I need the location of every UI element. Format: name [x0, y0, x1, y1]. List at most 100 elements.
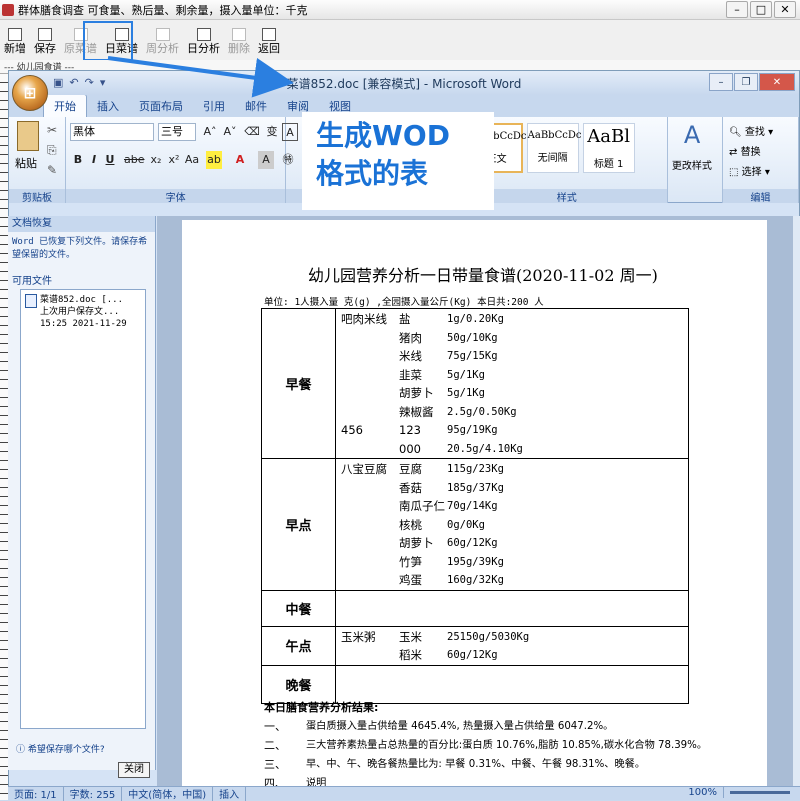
table-row: 午点 玉米粥 玉米 25150g/5030Kg 稻米 60g/12Kg [261, 625, 689, 666]
change-styles-button[interactable]: 更改样式 [672, 157, 712, 172]
paste-icon[interactable] [17, 121, 39, 151]
change-case-icon[interactable]: Aa [184, 151, 200, 169]
dish-name [341, 534, 399, 553]
select-button[interactable]: ⬚ 选择 ▾ [729, 163, 770, 178]
word-restore-icon[interactable]: ❐ [734, 73, 758, 91]
find-button[interactable]: 🔍︎ 查找 ▾ [729, 123, 773, 138]
dish-name [341, 646, 399, 665]
font-size-box[interactable]: 三号 [158, 123, 196, 141]
recovery-close-button[interactable]: 关闭 [118, 762, 150, 778]
font-color-icon[interactable]: A [232, 151, 248, 169]
document-page[interactable]: 幼儿园营养分析一日带量食谱(2020-11-02 周一) 单位: 1人摄入量 克… [182, 220, 767, 786]
clipboard-group: 粘贴 ✂ ⎘ ✎ 剪贴板 [9, 117, 66, 204]
toolbar-button[interactable]: 周分析 [146, 28, 179, 55]
toolbar-button[interactable]: 日分析 [187, 28, 220, 55]
qat-save-icon[interactable]: ▣ [53, 76, 63, 89]
status-words[interactable]: 字数: 255 [70, 786, 123, 801]
close-icon[interactable]: ✕ [774, 1, 796, 18]
ingredient-amount: 5g/1Kg [447, 368, 485, 381]
ribbon-tab[interactable]: 页面布局 [129, 95, 193, 117]
style-item[interactable]: AaBl 标题 1 [582, 123, 635, 173]
ribbon-tab[interactable]: 插入 [87, 95, 129, 117]
highlight-box [83, 21, 133, 61]
ribbon-tab[interactable]: 引用 [193, 95, 235, 117]
bold-icon[interactable]: B [70, 151, 86, 169]
grow-font-icon[interactable]: A˄ [202, 123, 218, 141]
ingredient-row: 南瓜子仁 70g/14Kg [341, 497, 688, 516]
status-mode[interactable]: 插入 [219, 786, 247, 801]
meal-name: 早餐 [261, 308, 336, 459]
word-window-controls: – ❐ ✕ [708, 73, 795, 91]
underline-icon[interactable]: U [102, 151, 118, 169]
styles-group-label: 样式 [466, 189, 667, 204]
ingredient-amount: 0g/0Kg [447, 518, 485, 531]
phonetic-icon[interactable]: 变 [264, 123, 280, 141]
zoom-slider[interactable] [730, 791, 790, 794]
which-file-label: 希望保存哪个文件? [27, 745, 105, 755]
clear-format-icon[interactable]: ⌫ [244, 123, 260, 141]
highlight-icon[interactable]: ab [206, 151, 222, 169]
background-edge [0, 74, 8, 800]
minimize-icon[interactable]: – [726, 1, 748, 18]
toolbar-button[interactable]: 删除 [228, 28, 250, 55]
ribbon-tab[interactable]: 开始 [43, 94, 87, 117]
word-minimize-icon[interactable]: – [709, 73, 733, 91]
qat-undo-icon[interactable]: ↶ [69, 76, 78, 89]
status-language[interactable]: 中文(简体，中国) [128, 786, 214, 801]
maximize-icon[interactable]: □ [750, 1, 772, 18]
style-item[interactable]: AaBbCcDc 无间隔 [526, 123, 582, 173]
which-file-link[interactable]: ⓘ 希望保存哪个文件? [16, 742, 105, 755]
ingredient-row: 456 123 95g/19Kg [341, 421, 688, 440]
select-label: 选择 [741, 167, 762, 178]
ingredient-amount: 50g/10Kg [447, 331, 498, 344]
summary-item-number: 三、 [264, 758, 286, 771]
annotation-line-1: 生成WOD [316, 119, 450, 152]
zoom-level[interactable]: 100% [688, 787, 724, 798]
replace-button[interactable]: ⇄ 替换 [729, 143, 761, 158]
italic-icon[interactable]: I [86, 151, 102, 169]
shrink-font-icon[interactable]: A˅ [222, 123, 238, 141]
ingredient-name: 辣椒酱 [399, 404, 434, 419]
ingredient-name: 米线 [399, 349, 422, 363]
ingredient-row: 八宝豆腐 豆腐 115g/23Kg [341, 460, 688, 479]
vertical-scrollbar[interactable] [792, 216, 800, 786]
toolbar-button-label: 返回 [258, 42, 280, 55]
ingredient-name: 核桃 [399, 517, 422, 532]
ribbon-tab[interactable]: 邮件 [235, 95, 277, 117]
table-row: 早点 八宝豆腐 豆腐 115g/23Kg 香菇 185g/37Kg 南瓜子仁 70g/14Kg… [261, 458, 689, 591]
recovered-file-item[interactable]: 菜谱852.doc [... 上次用户保存文... 15:25 2021-11-… [40, 294, 127, 726]
meal-items: 八宝豆腐 豆腐 115g/23Kg 香菇 185g/37Kg 南瓜子仁 70g/14Kg 核桃… [335, 458, 689, 591]
format-painter-icon[interactable]: ✎ [47, 163, 57, 177]
copy-icon[interactable]: ⎘ [47, 143, 57, 158]
recovered-file-time: 15:25 2021-11-29 [40, 319, 127, 329]
office-button[interactable]: ⊞ [12, 75, 48, 111]
editing-group-label: 编辑 [723, 189, 798, 204]
qat-customize-icon[interactable]: ▾ [100, 76, 106, 89]
font-name-box[interactable]: 黑体 [70, 123, 154, 141]
find-icon: 🔍︎ [729, 127, 742, 138]
ingredient-name: 稻米 [399, 648, 422, 662]
ingredient-amount: 195g/39Kg [447, 555, 504, 568]
ingredient-row: 鸡蛋 160g/32Kg [341, 571, 688, 590]
change-styles-icon[interactable]: A [684, 121, 700, 149]
paste-button[interactable]: 粘贴 [15, 155, 37, 171]
superscript-icon[interactable]: x² [166, 151, 182, 169]
toolbar-button[interactable]: 返回 [258, 28, 280, 55]
ingredient-row: 玉米粥 玉米 25150g/5030Kg [341, 628, 688, 647]
style-preview: AaBbCcDc [527, 130, 582, 141]
toolbar-button[interactable]: 新增 [4, 28, 26, 55]
status-page[interactable]: 页面: 1/1 [14, 786, 64, 801]
cut-icon[interactable]: ✂ [47, 123, 57, 137]
subscript-icon[interactable]: x₂ [148, 151, 164, 169]
ingredient-name: 胡萝卜 [399, 386, 434, 400]
dish-name [341, 553, 399, 572]
document-area[interactable]: 幼儿园营养分析一日带量食谱(2020-11-02 周一) 单位: 1人摄入量 克… [157, 216, 792, 786]
ingredient-amount: 95g/19Kg [447, 424, 498, 436]
char-shading-icon[interactable]: A [258, 151, 274, 169]
ingredient-amount: 75g/15Kg [447, 350, 498, 362]
word-close-icon[interactable]: ✕ [759, 73, 795, 91]
style-preview: AaBl [587, 126, 630, 147]
toolbar-button[interactable]: 保存 [34, 28, 56, 55]
qat-redo-icon[interactable]: ↷ [85, 76, 94, 89]
strikethrough-icon[interactable]: abe [124, 151, 145, 169]
